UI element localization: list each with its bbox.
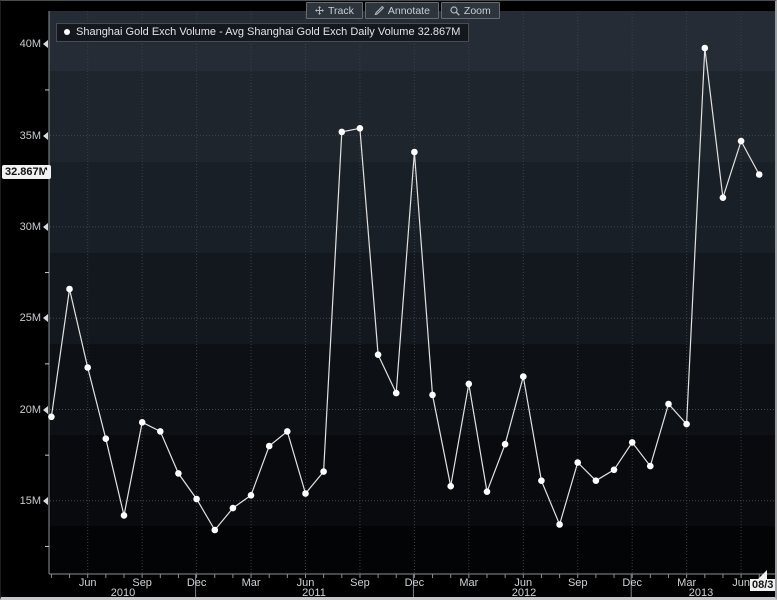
current-value-label: 32.867M (2, 165, 51, 179)
data-point[interactable] (357, 125, 364, 132)
annotate-button-label: Annotate (388, 5, 430, 17)
data-point[interactable] (556, 521, 563, 528)
data-point[interactable] (466, 381, 473, 388)
zoom-button[interactable]: Zoom (441, 2, 500, 19)
x-axis-month-label: Sep (132, 577, 152, 589)
series-legend-label: Shanghai Gold Exch Volume - Avg Shanghai… (76, 26, 460, 38)
data-point[interactable] (538, 477, 545, 484)
data-point[interactable] (429, 392, 436, 399)
data-point[interactable] (683, 421, 690, 428)
y-axis-label: 20M (3, 404, 41, 416)
x-axis-month-label: Mar (242, 577, 261, 589)
data-point[interactable] (230, 505, 237, 512)
data-point[interactable] (593, 477, 600, 484)
chart-window: Track Annotate Zoom Shanghai Gold Exch V… (0, 0, 777, 600)
current-value-label-pointer (45, 169, 50, 177)
chart-plot-area[interactable] (1, 1, 777, 600)
data-point[interactable] (48, 414, 55, 421)
data-point[interactable] (756, 171, 763, 178)
x-axis-month-label: Sep (350, 577, 370, 589)
x-axis-month-label: Sep (568, 577, 588, 589)
x-axis-month-label: Dec (622, 577, 642, 589)
series-marker-icon (64, 29, 70, 35)
track-button[interactable]: Track (306, 2, 363, 19)
data-point[interactable] (84, 364, 91, 371)
y-axis-tick-arrow-icon (43, 497, 48, 505)
annotate-icon (374, 6, 384, 15)
data-point[interactable] (66, 286, 73, 293)
y-axis-label: 25M (3, 312, 41, 324)
x-axis-month-label: Dec (187, 577, 207, 589)
track-icon (315, 6, 324, 15)
y-axis-label: 40M (3, 38, 41, 50)
data-point[interactable] (193, 496, 200, 503)
data-point[interactable] (447, 483, 454, 490)
x-axis-year-label: 2011 (302, 587, 326, 599)
data-point[interactable] (647, 463, 654, 470)
data-point[interactable] (629, 439, 636, 446)
data-point[interactable] (284, 428, 291, 435)
data-point[interactable] (574, 459, 581, 466)
y-axis-tick-arrow-icon (43, 406, 48, 414)
y-axis-tick-arrow-icon (43, 40, 48, 48)
data-point[interactable] (738, 138, 745, 145)
x-axis-month-label: Dec (405, 577, 425, 589)
data-point[interactable] (121, 512, 128, 519)
data-point[interactable] (339, 129, 346, 136)
annotate-button[interactable]: Annotate (365, 2, 439, 19)
x-axis-month-label: Jun (79, 577, 97, 589)
x-gridlines (88, 11, 741, 574)
data-point[interactable] (248, 492, 255, 499)
series-points (48, 45, 762, 534)
data-point[interactable] (393, 390, 400, 397)
x-axis-month-label: Mar (459, 577, 478, 589)
y-axis-tick-arrow-icon (43, 314, 48, 322)
x-axis-year-label: 2012 (512, 587, 536, 599)
track-button-label: Track (328, 5, 354, 17)
end-date-label: 08/3 (750, 579, 775, 591)
data-point[interactable] (502, 441, 509, 448)
data-point[interactable] (702, 45, 709, 52)
data-point[interactable] (157, 428, 164, 435)
data-point[interactable] (103, 435, 110, 442)
series-line (51, 48, 759, 530)
series-legend[interactable]: Shanghai Gold Exch Volume - Avg Shanghai… (56, 23, 469, 42)
zoom-button-label: Zoom (464, 5, 491, 17)
data-point[interactable] (212, 527, 219, 534)
data-point[interactable] (611, 467, 618, 474)
y-gridlines (50, 136, 777, 501)
data-point[interactable] (720, 194, 727, 201)
y-axis-label: 15M (3, 495, 41, 507)
y-axis-label: 35M (3, 130, 41, 142)
data-point[interactable] (302, 490, 309, 497)
data-point[interactable] (266, 443, 273, 450)
end-date-pointer-icon (758, 570, 767, 579)
data-point[interactable] (520, 373, 527, 380)
data-point[interactable] (484, 488, 491, 495)
data-point[interactable] (320, 468, 327, 475)
y-axis-tick-arrow-icon (43, 132, 48, 140)
x-axis-year-label: 2013 (689, 587, 713, 599)
x-axis-month-label: Jun (732, 577, 750, 589)
zoom-icon (450, 6, 460, 16)
data-point[interactable] (175, 470, 182, 477)
data-point[interactable] (411, 149, 418, 156)
data-point[interactable] (139, 419, 146, 426)
data-point[interactable] (665, 401, 672, 408)
data-point[interactable] (375, 351, 382, 358)
y-axis-tick-arrow-icon (43, 223, 48, 231)
chart-toolbar: Track Annotate Zoom (306, 2, 500, 18)
x-axis-year-label: 2010 (111, 587, 135, 599)
y-axis-label: 30M (3, 221, 41, 233)
